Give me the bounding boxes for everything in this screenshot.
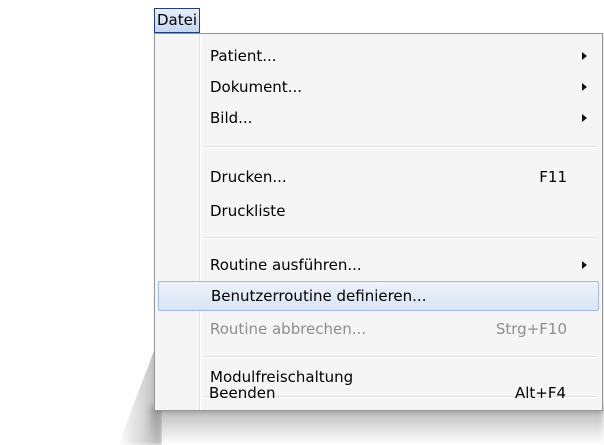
menu-item-beenden[interactable]: Beenden Alt+F4 — [157, 380, 598, 408]
menu-item-label: Drucken... — [210, 168, 287, 186]
menu-item-bild[interactable]: Bild... — [158, 105, 599, 133]
submenu-arrow-icon — [582, 52, 587, 60]
submenu-arrow-icon — [582, 261, 587, 269]
menu-item-shortcut: F11 — [539, 168, 567, 186]
menu-separator — [205, 356, 597, 358]
menu-separator — [205, 237, 597, 239]
submenu-arrow-icon — [582, 83, 587, 91]
menu-shadow-bottom — [150, 406, 604, 445]
menu-item-dokument[interactable]: Dokument... — [158, 74, 599, 102]
menu-item-label: Druckliste — [210, 202, 286, 220]
submenu-arrow-icon — [582, 114, 587, 122]
menu-item-label: Beenden — [209, 384, 276, 402]
menu-item-shortcut: Strg+F10 — [495, 320, 567, 338]
menu-item-benutzerroutine-definieren[interactable]: Benutzerroutine definieren... — [158, 281, 599, 311]
menu-item-label: Patient... — [210, 47, 277, 65]
menu-item-druckliste[interactable]: Druckliste — [158, 198, 599, 226]
datei-dropdown-menu: Patient... Dokument... Bild... Drucken..… — [154, 33, 603, 411]
menu-datei[interactable]: Datei — [154, 8, 200, 33]
menu-item-routine-ausfuehren[interactable]: Routine ausführen... — [158, 252, 599, 280]
menu-item-patient[interactable]: Patient... — [158, 43, 599, 71]
menu-item-label: Bild... — [210, 109, 253, 127]
menu-item-shortcut: Alt+F4 — [514, 384, 566, 402]
menu-item-label: Routine ausführen... — [210, 256, 362, 274]
menu-item-label: Dokument... — [210, 78, 302, 96]
menu-item-label: Routine abbrechen... — [210, 320, 367, 338]
menu-item-routine-abbrechen: Routine abbrechen... Strg+F10 — [158, 316, 599, 344]
menu-item-label: Benutzerroutine definieren... — [211, 287, 427, 305]
menu-item-drucken[interactable]: Drucken... F11 — [158, 164, 599, 192]
menu-separator — [205, 146, 597, 148]
